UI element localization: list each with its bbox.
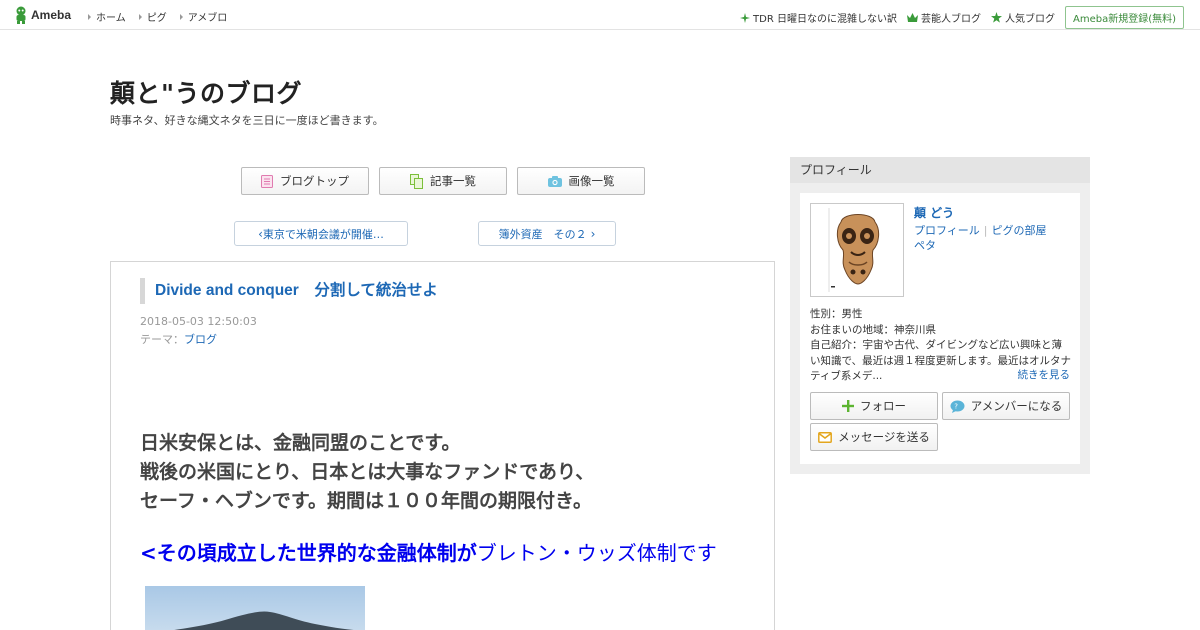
nav-pigg[interactable]: ピグ [138, 9, 167, 24]
send-message-label: メッセージを送る [838, 430, 930, 444]
global-header: Ameba ホーム ピグ アメブロ TDR 日曜日なのに混雑しない訳 芸能人ブロ… [0, 0, 1200, 30]
prev-entry-label: 東京で米朝会議が開催… [262, 227, 384, 241]
logo-text: Ameba [31, 8, 72, 22]
profile-more-link[interactable]: 続きを見る [1018, 367, 1071, 382]
documents-icon [410, 173, 423, 189]
entry-body-line: セーフ・ヘブンです。期間は１００年間の期限付き。 [140, 490, 593, 512]
sparkle-icon [740, 12, 751, 23]
camera-icon [547, 175, 562, 187]
mountain-photo [145, 586, 365, 630]
link-separator: | [983, 224, 988, 237]
avatar[interactable] [810, 203, 904, 297]
plus-icon [842, 400, 854, 412]
triangle-right-icon [138, 13, 142, 20]
blog-description: 時事ネタ、好きな縄文ネタを三日に一度ほど書きます。 [110, 114, 384, 127]
amember-button[interactable]: ? アメンバーになる [942, 392, 1070, 420]
peta-link[interactable]: ペタ [914, 239, 936, 252]
entry-article: Divide and conquer 分割して統治せよ 2018-05-03 1… [110, 261, 775, 630]
speech-bubble-icon: ? [950, 400, 965, 413]
entry-theme-link[interactable]: ブログ [184, 333, 217, 346]
profile-link[interactable]: プロフィール [914, 224, 980, 237]
nav-ameblo[interactable]: アメブロ [179, 9, 228, 24]
chevron-right-icon: › [590, 226, 596, 241]
profile-panel: プロフィール 顛 どう プロフィール | ピグの部屋 ペタ 性別：男性 お住まい… [790, 157, 1090, 474]
entry-link-bold-text: <その頃成立した世界的な金融体制が [140, 541, 477, 565]
next-entry-link[interactable]: 簿外資産 その２ › [478, 221, 616, 246]
entry-title[interactable]: Divide and conquer 分割して統治せよ [140, 278, 438, 304]
blog-title[interactable]: 顛と"うのブログ [110, 74, 302, 110]
entry-list-button[interactable]: 記事一覧 [379, 167, 507, 195]
triangle-right-icon [179, 13, 183, 20]
entry-body-line: 戦後の米国にとり、日本とは大事なファンドであり、 [140, 461, 595, 483]
trending-topic-link[interactable]: TDR 日曜日なのに混雑しない訳 [740, 10, 897, 25]
notepad-icon [261, 174, 273, 188]
entry-body-link[interactable]: <その頃成立した世界的な金融体制がブレトン・ウッズ体制です [140, 537, 717, 566]
star-icon [990, 12, 1002, 23]
image-list-button[interactable]: 画像一覧 [517, 167, 645, 195]
profile-location: お住まいの地域：神奈川県 [810, 323, 936, 336]
trending-topic-label: TDR 日曜日なのに混雑しない訳 [753, 14, 897, 25]
popular-blog-label: 人気ブログ [1004, 14, 1055, 25]
amember-label: アメンバーになる [970, 399, 1063, 413]
signup-button[interactable]: Ameba新規登録(無料) [1064, 6, 1184, 29]
profile-box: 顛 どう プロフィール | ピグの部屋 ペタ 性別：男性 お住まいの地域：神奈川県 … [800, 193, 1080, 464]
nav-ameblo-label: アメブロ [187, 13, 228, 24]
entry-date: 2018-05-03 12:50:03 [140, 315, 257, 328]
svg-text:?: ? [954, 402, 958, 410]
envelope-icon [818, 431, 833, 443]
image-list-label: 画像一覧 [568, 174, 615, 188]
global-nav: ホーム ピグ アメブロ [88, 9, 240, 24]
clay-figure-avatar [811, 204, 903, 296]
entry-photo[interactable] [145, 586, 365, 630]
ameba-mascot-icon [16, 6, 26, 24]
blog-top-button[interactable]: ブログトップ [241, 167, 369, 195]
header-right-links: TDR 日曜日なのに混雑しない訳 芸能人ブログ 人気ブログ Ameba新規登録(… [740, 6, 1184, 29]
entry-theme: テーマ：ブログ [140, 331, 217, 347]
blog-top-label: ブログトップ [280, 174, 349, 188]
follow-button[interactable]: フォロー [810, 392, 938, 420]
entry-list-label: 記事一覧 [430, 174, 476, 188]
profile-heading: プロフィール [790, 157, 1090, 183]
profile-name[interactable]: 顛 どう [914, 204, 954, 221]
triangle-right-icon [88, 13, 91, 20]
entry-link-normal-text: ブレトン・ウッズ体制です [476, 541, 717, 565]
entry-body-line: 日米安保とは、金融同盟のことです。 [140, 432, 461, 454]
crown-icon [906, 13, 918, 22]
celebrity-blog-label: 芸能人ブログ [920, 14, 981, 25]
celebrity-blog-link[interactable]: 芸能人ブログ [906, 10, 981, 25]
nav-home[interactable]: ホーム [88, 9, 126, 24]
popular-blog-link[interactable]: 人気ブログ [990, 10, 1055, 25]
nav-home-label: ホーム [96, 13, 126, 24]
ameba-logo[interactable]: Ameba [13, 6, 71, 24]
pigg-room-link[interactable]: ピグの部屋 [992, 224, 1047, 237]
follow-label: フォロー [860, 399, 906, 413]
prev-entry-link[interactable]: ‹ 東京で米朝会議が開催… [234, 221, 408, 246]
entry-theme-prefix: テーマ： [140, 333, 184, 346]
next-entry-label: 簿外資産 その２ [498, 227, 587, 241]
profile-links: プロフィール | ピグの部屋 ペタ [914, 223, 1074, 253]
send-message-button[interactable]: メッセージを送る [810, 423, 938, 451]
profile-gender: 性別：男性 [810, 308, 863, 320]
nav-pigg-label: ピグ [146, 13, 167, 24]
